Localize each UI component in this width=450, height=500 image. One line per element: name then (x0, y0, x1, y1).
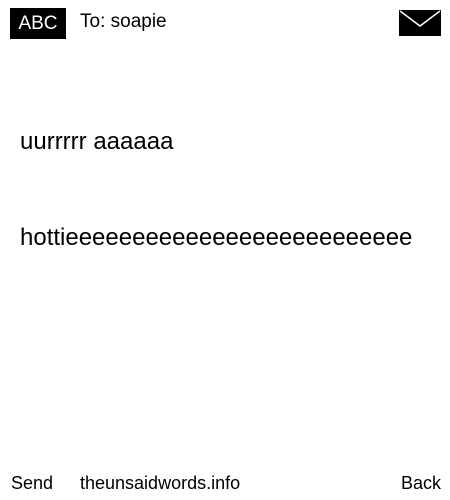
message-line-2: hottieeeeeeeeeeeeeeeeeeeeeeeeee (20, 224, 413, 251)
site-label: theunsaidwords.info (80, 473, 241, 493)
message-line-1: uurrrrr aaaaaa (20, 128, 174, 155)
recipient-field[interactable]: To: soapie (80, 10, 167, 34)
envelope-icon (399, 10, 441, 36)
back-button[interactable]: Back (401, 472, 441, 494)
softkey-bar: Send theunsaidwords.info Back (0, 470, 450, 500)
message-body[interactable]: uurrrrr aaaaaa hottieeeeeeeeeeeeeeeeeeee… (20, 62, 450, 286)
send-button[interactable]: Send (11, 472, 53, 494)
input-mode-badge[interactable]: ABC (10, 8, 66, 39)
message-header: ABC To: soapie (0, 0, 450, 46)
